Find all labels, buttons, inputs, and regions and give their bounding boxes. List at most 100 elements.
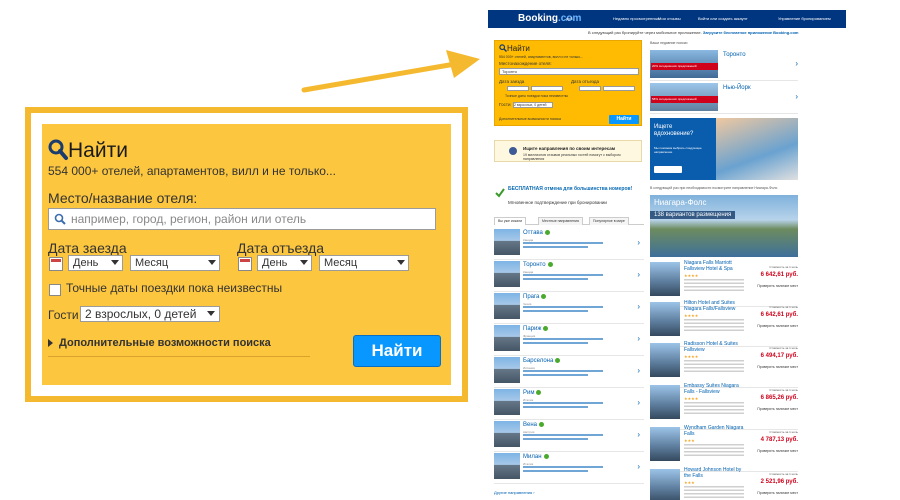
tab-world[interactable]: Популярное в мире xyxy=(589,217,629,225)
hotel-name[interactable]: Howard Johnson Hotel by the Falls xyxy=(684,467,744,479)
search-button[interactable]: Найти xyxy=(609,115,639,124)
hotel-name[interactable]: Niagara Falls Marriott Fallsview Hotel &… xyxy=(684,260,744,272)
chevron-right-icon: › xyxy=(637,366,640,375)
city-item[interactable]: Оттава Канада › xyxy=(494,227,644,260)
inspiration-button[interactable] xyxy=(654,166,682,173)
hotel-stars: ★★★★ xyxy=(684,396,699,401)
destination-input[interactable]: например, город, регион, район или отель xyxy=(48,208,436,230)
hotel-stars: ★★★★ xyxy=(684,354,699,359)
city-image xyxy=(494,229,520,255)
check-availability-button[interactable]: Проверить наличие мест xyxy=(757,365,798,369)
app-promo-link[interactable]: Загрузите бесплатное приложение Booking.… xyxy=(703,30,799,35)
checkout-month-select[interactable] xyxy=(603,86,635,91)
hotel-name[interactable]: Embassy Suites Niagara Falls - Fallsview xyxy=(684,383,744,395)
hotel-price: 6 494,17 руб. xyxy=(760,353,798,359)
checkin-month-select[interactable] xyxy=(531,86,563,91)
hotel-image xyxy=(650,385,680,419)
search-button[interactable]: Найти xyxy=(353,335,441,367)
city-image xyxy=(494,421,520,447)
destination-tabs: Вы уже искали Местные направления Популя… xyxy=(494,216,644,225)
hotel-stars: ★★★★ xyxy=(684,273,699,278)
guests-select[interactable]: 2 взрослых, 0 детей xyxy=(513,102,553,108)
zoomed-search-box: Найти 554 000+ отелей, апартаментов, вил… xyxy=(25,107,468,402)
search-icon xyxy=(48,139,68,160)
sign-in-link[interactable]: Войти или создать аккаунт xyxy=(698,16,748,21)
deal-tag: 58% сегодняшних предложений xyxy=(651,96,718,103)
check-availability-button[interactable]: Проверить наличие мест xyxy=(757,491,798,495)
check-icon xyxy=(555,358,561,363)
tab-local[interactable]: Местные направления xyxy=(538,217,583,225)
destination-label: Местонахождение отеля: xyxy=(499,61,552,66)
more-options-link[interactable]: Дополнительные возможности поиска xyxy=(499,117,561,121)
city-item[interactable]: Вена Австрия › xyxy=(494,419,644,452)
checkout-day-select[interactable] xyxy=(579,86,601,91)
checkin-day-select[interactable]: День xyxy=(68,255,123,271)
city-item[interactable]: Париж Франция › xyxy=(494,323,644,356)
check-availability-button[interactable]: Проверить наличие мест xyxy=(757,284,798,288)
checkin-label: Дата заезда xyxy=(48,240,127,256)
city-item[interactable]: Барселона Испания › xyxy=(494,355,644,388)
city-item[interactable]: Рим Италия › xyxy=(494,387,644,420)
city-name: Париж xyxy=(523,326,542,333)
hotel-image xyxy=(650,262,680,296)
hotel-item[interactable]: Hilton Hotel and Suites Niagara Falls/Fa… xyxy=(650,300,798,347)
hotel-item[interactable]: Howard Johnson Hotel by the Falls ★★★ Стои… xyxy=(650,467,798,500)
hotel-name[interactable]: Hilton Hotel and Suites Niagara Falls/Fa… xyxy=(684,300,744,312)
deal-card[interactable]: 20% сегодняшних предложений Торонто › xyxy=(650,50,798,81)
city-item[interactable]: Прага Чехия › xyxy=(494,291,644,324)
deal-card[interactable]: 58% сегодняшних предложений Нью-Йорк › xyxy=(650,83,798,114)
interest-banner[interactable]: Ищите направления по своим интересам 19 … xyxy=(494,140,642,162)
destination-input[interactable]: Торонто xyxy=(499,68,639,75)
search-panel: Найти 554 000+ отелей, апартаментов, вил… xyxy=(42,124,451,385)
check-icon xyxy=(543,454,549,459)
hotel-price: 4 787,13 руб. xyxy=(760,437,798,443)
city-item[interactable]: Милан Италия › xyxy=(494,451,644,484)
check-availability-button[interactable]: Проверить наличие мест xyxy=(757,449,798,453)
manage-booking-link[interactable]: Управление бронированием xyxy=(778,16,831,21)
hotel-name[interactable]: Wyndham Garden Niagara Falls xyxy=(684,425,744,437)
checkout-month-select[interactable]: Месяц xyxy=(319,255,409,271)
city-image xyxy=(494,293,520,319)
hotel-item[interactable]: Wyndham Garden Niagara Falls ★★★ Стоимость… xyxy=(650,425,798,472)
check-icon xyxy=(547,262,553,267)
search-box-small: Найти 554 000+ отелей, апартаментов, вил… xyxy=(494,40,642,126)
guests-select[interactable]: 2 взрослых, 0 детей xyxy=(80,306,220,322)
recent-searches-header: Ваши недавние поиски xyxy=(650,41,688,45)
calendar-icon[interactable] xyxy=(49,257,63,271)
checkin-day-select[interactable] xyxy=(507,86,529,91)
city-name: Прага xyxy=(523,294,540,301)
divider xyxy=(48,356,310,357)
hotel-image xyxy=(650,427,680,461)
city-image xyxy=(494,389,520,415)
inspiration-banner[interactable]: Ищете вдохновение? Мы поможем выбрать сл… xyxy=(650,118,798,180)
niagara-banner[interactable]: Ниагара-Фолс 138 вариантов размещения xyxy=(650,195,798,257)
check-icon xyxy=(544,230,550,235)
flexible-dates-checkbox[interactable] xyxy=(49,284,61,296)
hotel-name[interactable]: Radisson Hotel & Suites Fallsview xyxy=(684,341,744,353)
calendar-icon[interactable] xyxy=(238,257,252,271)
flexible-dates-label[interactable]: Точные даты поездки пока неизвестны xyxy=(66,281,282,295)
hotel-item[interactable]: Embassy Suites Niagara Falls - Fallsview… xyxy=(650,383,798,430)
check-icon xyxy=(539,422,544,427)
hotel-item[interactable]: Radisson Hotel & Suites Fallsview ★★★★ Сто… xyxy=(650,341,798,388)
tab-recent[interactable]: Вы уже искали xyxy=(494,217,527,225)
checkout-day-select[interactable]: День xyxy=(257,255,312,271)
niagara-header: В следующий раз при необходимости посмот… xyxy=(650,186,778,190)
chevron-right-icon: › xyxy=(637,430,640,439)
booking-page-screenshot: Booking.com руб. Недавно просмотренные М… xyxy=(488,10,846,500)
checkin-month-select[interactable]: Месяц xyxy=(130,255,220,271)
city-item[interactable]: Торонто Канада › xyxy=(494,259,644,292)
search-subtitle: 554 000+ отелей, апартаментов, вилл и не… xyxy=(48,164,336,178)
checkmark-icon xyxy=(495,188,505,198)
more-options-link[interactable]: Дополнительные возможности поиска xyxy=(48,337,271,349)
check-availability-button[interactable]: Проверить наличие мест xyxy=(757,407,798,411)
price-label: Стоимость за 1 ночь xyxy=(769,305,798,309)
more-destinations-link[interactable]: Другие направления › xyxy=(494,490,535,495)
my-reviews-link[interactable]: Мои отзывы xyxy=(658,16,681,21)
niagara-title: Ниагара-Фолс xyxy=(654,198,707,207)
flexible-dates-label[interactable]: Точные даты поездки пока неизвестны xyxy=(505,94,568,98)
currency-selector[interactable]: руб. xyxy=(566,16,574,21)
check-icon xyxy=(541,294,547,299)
check-availability-button[interactable]: Проверить наличие мест xyxy=(757,324,798,328)
recently-viewed-link[interactable]: Недавно просмотренные xyxy=(613,16,660,21)
